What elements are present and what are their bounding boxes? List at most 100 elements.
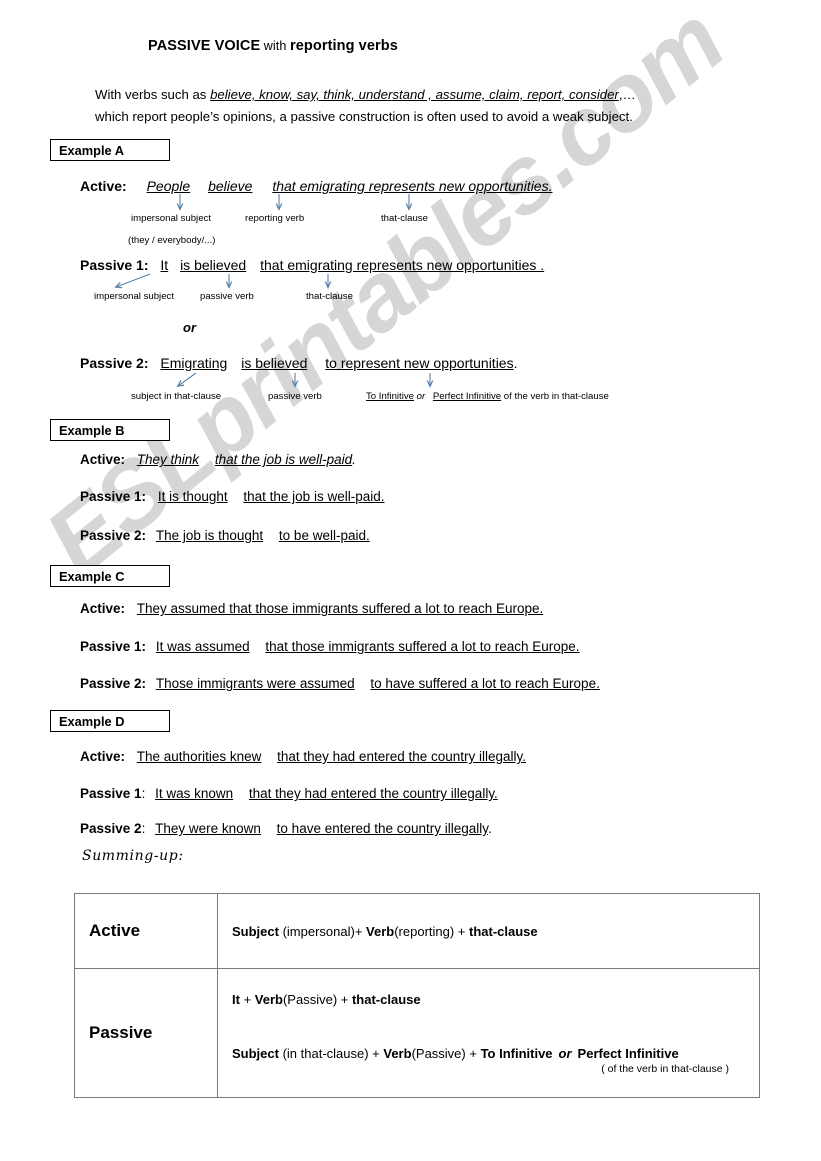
intro-line2: which report people’s opinions, a passiv… bbox=[95, 109, 633, 124]
passive1-a-part2: is believed bbox=[180, 257, 247, 273]
annotation-infinitive-tail: of the verb in that-clause bbox=[501, 391, 609, 402]
passive2-d-colon: : bbox=[141, 821, 146, 836]
summary-passive-or: or bbox=[558, 1045, 572, 1061]
example-b-passive2-row: Passive 2: The job is thought to be well… bbox=[80, 528, 370, 543]
passive1-d-colon: : bbox=[141, 786, 146, 801]
example-b-box: Example B bbox=[50, 419, 170, 441]
annotation-to-infinitive: To Infinitive bbox=[366, 391, 414, 402]
active-d-part1: The authorities knew bbox=[136, 749, 262, 764]
example-d-passive2-row: Passive 2: They were known to have enter… bbox=[80, 821, 492, 836]
summary-active-impersonal: (impersonal)+ bbox=[278, 923, 367, 939]
annotation-reporting-verb-a: reporting verb bbox=[245, 213, 305, 224]
passive1-label-c: Passive 1: bbox=[80, 639, 147, 654]
title-connector: with bbox=[260, 39, 291, 53]
summary-passive-subnote: ( of the verb in that-clause ) bbox=[601, 1062, 729, 1075]
title-secondary: reporting verbs bbox=[290, 38, 398, 54]
summary-passive-pass1: (Passive) + bbox=[282, 991, 352, 1007]
summary-passive-line1: It + Verb(Passive) + that-clause bbox=[232, 992, 759, 1008]
page-title: PASSIVE VOICE with reporting verbs bbox=[148, 38, 398, 54]
summary-passive-body: It + Verb(Passive) + that-clause Subject… bbox=[217, 968, 760, 1098]
annotation-infinitive-a: To Infinitive or Perfect Infinitive of t… bbox=[366, 391, 609, 402]
summary-passive-gap bbox=[232, 1008, 759, 1046]
example-d-box: Example D bbox=[50, 710, 170, 732]
example-c-box: Example C bbox=[50, 565, 170, 587]
watermark: ESLprintables.com bbox=[26, 0, 760, 820]
example-c-active-row: Active: They assumed that those immigran… bbox=[80, 601, 543, 616]
active-c-part1: They assumed that those immigrants suffe… bbox=[136, 601, 544, 616]
summary-passive-toinfinitive: To Infinitive bbox=[480, 1045, 553, 1061]
passive1-c-part1: It was assumed bbox=[155, 639, 250, 654]
passive2-a-part2: is believed bbox=[241, 355, 308, 371]
passive2-d-part1: They were known bbox=[155, 821, 261, 836]
annotation-passive-verb-a-p1: passive verb bbox=[200, 291, 254, 302]
passive2-label-b: Passive 2: bbox=[80, 528, 147, 543]
summary-active-head: Active bbox=[74, 893, 218, 969]
passive2-a-part3: to represent new opportunities bbox=[325, 355, 514, 371]
summary-row-active: Active Subject (impersonal)+ Verb(report… bbox=[74, 893, 760, 969]
passive1-d-part1: It was known bbox=[155, 786, 234, 801]
passive2-c-part1: Those immigrants were assumed bbox=[155, 676, 355, 691]
intro-lead: With verbs such as bbox=[95, 87, 211, 102]
summary-passive-head: Passive bbox=[74, 968, 218, 1098]
passive1-b-part1: It is thought bbox=[157, 489, 228, 504]
summary-passive-pass2: (Passive) + bbox=[411, 1045, 481, 1061]
example-c-passive1-row: Passive 1: It was assumed that those imm… bbox=[80, 639, 580, 654]
arrow-passive1-a-subject bbox=[116, 273, 151, 287]
summary-passive-line2: Subject (in that-clause) + Verb(Passive)… bbox=[232, 1046, 759, 1062]
annotation-perfect-infinitive: Perfect Infinitive bbox=[432, 391, 502, 402]
summary-passive-it: It bbox=[232, 991, 240, 1007]
summary-passive-plus1: + bbox=[239, 991, 255, 1007]
example-a-box: Example A bbox=[50, 139, 170, 161]
summary-passive-verb2: Verb bbox=[383, 1045, 412, 1061]
annotation-passive-verb-a-p2: passive verb bbox=[268, 391, 322, 402]
passive2-label-c: Passive 2: bbox=[80, 676, 147, 691]
annotation-subject-in-that-clause-a: subject in that-clause bbox=[131, 391, 222, 402]
example-b-active-row: Active: They think that the job is well-… bbox=[80, 452, 356, 467]
passive1-label-d: Passive 1 bbox=[80, 786, 142, 801]
active-b-part2: that the job is well-paid bbox=[214, 452, 353, 467]
passive2-label-d: Passive 2 bbox=[80, 821, 142, 836]
passive1-b-part2: that the job is well-paid. bbox=[243, 489, 385, 504]
passive1-a-part1: It bbox=[160, 257, 169, 273]
summary-active-verb: Verb bbox=[366, 923, 395, 939]
summary-table: Active Subject (impersonal)+ Verb(report… bbox=[74, 893, 760, 1098]
passive2-a-part1: Emigrating bbox=[160, 355, 228, 371]
summing-up-label: Summing-up: bbox=[82, 848, 184, 864]
summary-active-thatclause: that-clause bbox=[469, 923, 538, 939]
summary-passive-verb1: Verb bbox=[254, 991, 283, 1007]
active-a-part1: People bbox=[146, 178, 191, 194]
summary-active-body: Subject (impersonal)+ Verb(reporting) + … bbox=[217, 893, 760, 969]
active-d-part2: that they had entered the country illega… bbox=[277, 749, 527, 764]
example-b-passive1-row: Passive 1: It is thought that the job is… bbox=[80, 489, 384, 504]
passive1-label-a: Passive 1: bbox=[80, 257, 149, 273]
annotation-that-clause-a: that-clause bbox=[381, 213, 428, 224]
summary-passive-thatclause1: that-clause bbox=[351, 991, 421, 1007]
passive1-label-b: Passive 1: bbox=[80, 489, 147, 504]
example-a-passive1-row: Passive 1: It is believed that emigratin… bbox=[80, 257, 544, 273]
passive2-d-period: . bbox=[488, 821, 492, 836]
active-a-part2: believe bbox=[208, 178, 253, 194]
summary-passive-perfectinfinitive: Perfect Infinitive bbox=[577, 1045, 679, 1061]
annotation-or: or bbox=[416, 391, 426, 402]
example-c-passive2-row: Passive 2: Those immigrants were assumed… bbox=[80, 676, 600, 691]
worksheet-page: ESLprintables.com PASSIVE VOICE with rep… bbox=[0, 0, 821, 1161]
or-separator-a: or bbox=[183, 320, 196, 335]
active-a-part3: that emigrating represents new opportuni… bbox=[272, 178, 553, 194]
summary-active-reporting: (reporting) + bbox=[394, 923, 470, 939]
annotation-that-clause-a-p1: that-clause bbox=[306, 291, 353, 302]
example-d-active-row: Active: The authorities knew that they h… bbox=[80, 749, 526, 764]
passive2-d-part2: to have entered the country illegally bbox=[276, 821, 489, 836]
annotation-impersonal-subject-examples-a: (they / everybody/...) bbox=[128, 235, 216, 246]
active-label-a: Active: bbox=[80, 178, 127, 194]
title-main: PASSIVE VOICE bbox=[148, 38, 261, 54]
passive2-c-part2: to have suffered a lot to reach Europe. bbox=[370, 676, 600, 691]
summary-passive-inthat: (in that-clause) + bbox=[278, 1045, 384, 1061]
example-a-active-row: Active: People believe that emigrating r… bbox=[80, 178, 553, 194]
example-a-passive2-row: Passive 2: Emigrating is believed to rep… bbox=[80, 355, 517, 371]
example-d-passive1-row: Passive 1: It was known that they had en… bbox=[80, 786, 498, 801]
active-label-b: Active: bbox=[80, 452, 126, 467]
intro-tail: ,… bbox=[618, 87, 636, 102]
passive1-d-part2: that they had entered the country illega… bbox=[248, 786, 498, 801]
passive2-b-part2: to be well-paid. bbox=[278, 528, 370, 543]
intro-paragraph: With verbs such as believe, know, say, t… bbox=[95, 84, 755, 128]
